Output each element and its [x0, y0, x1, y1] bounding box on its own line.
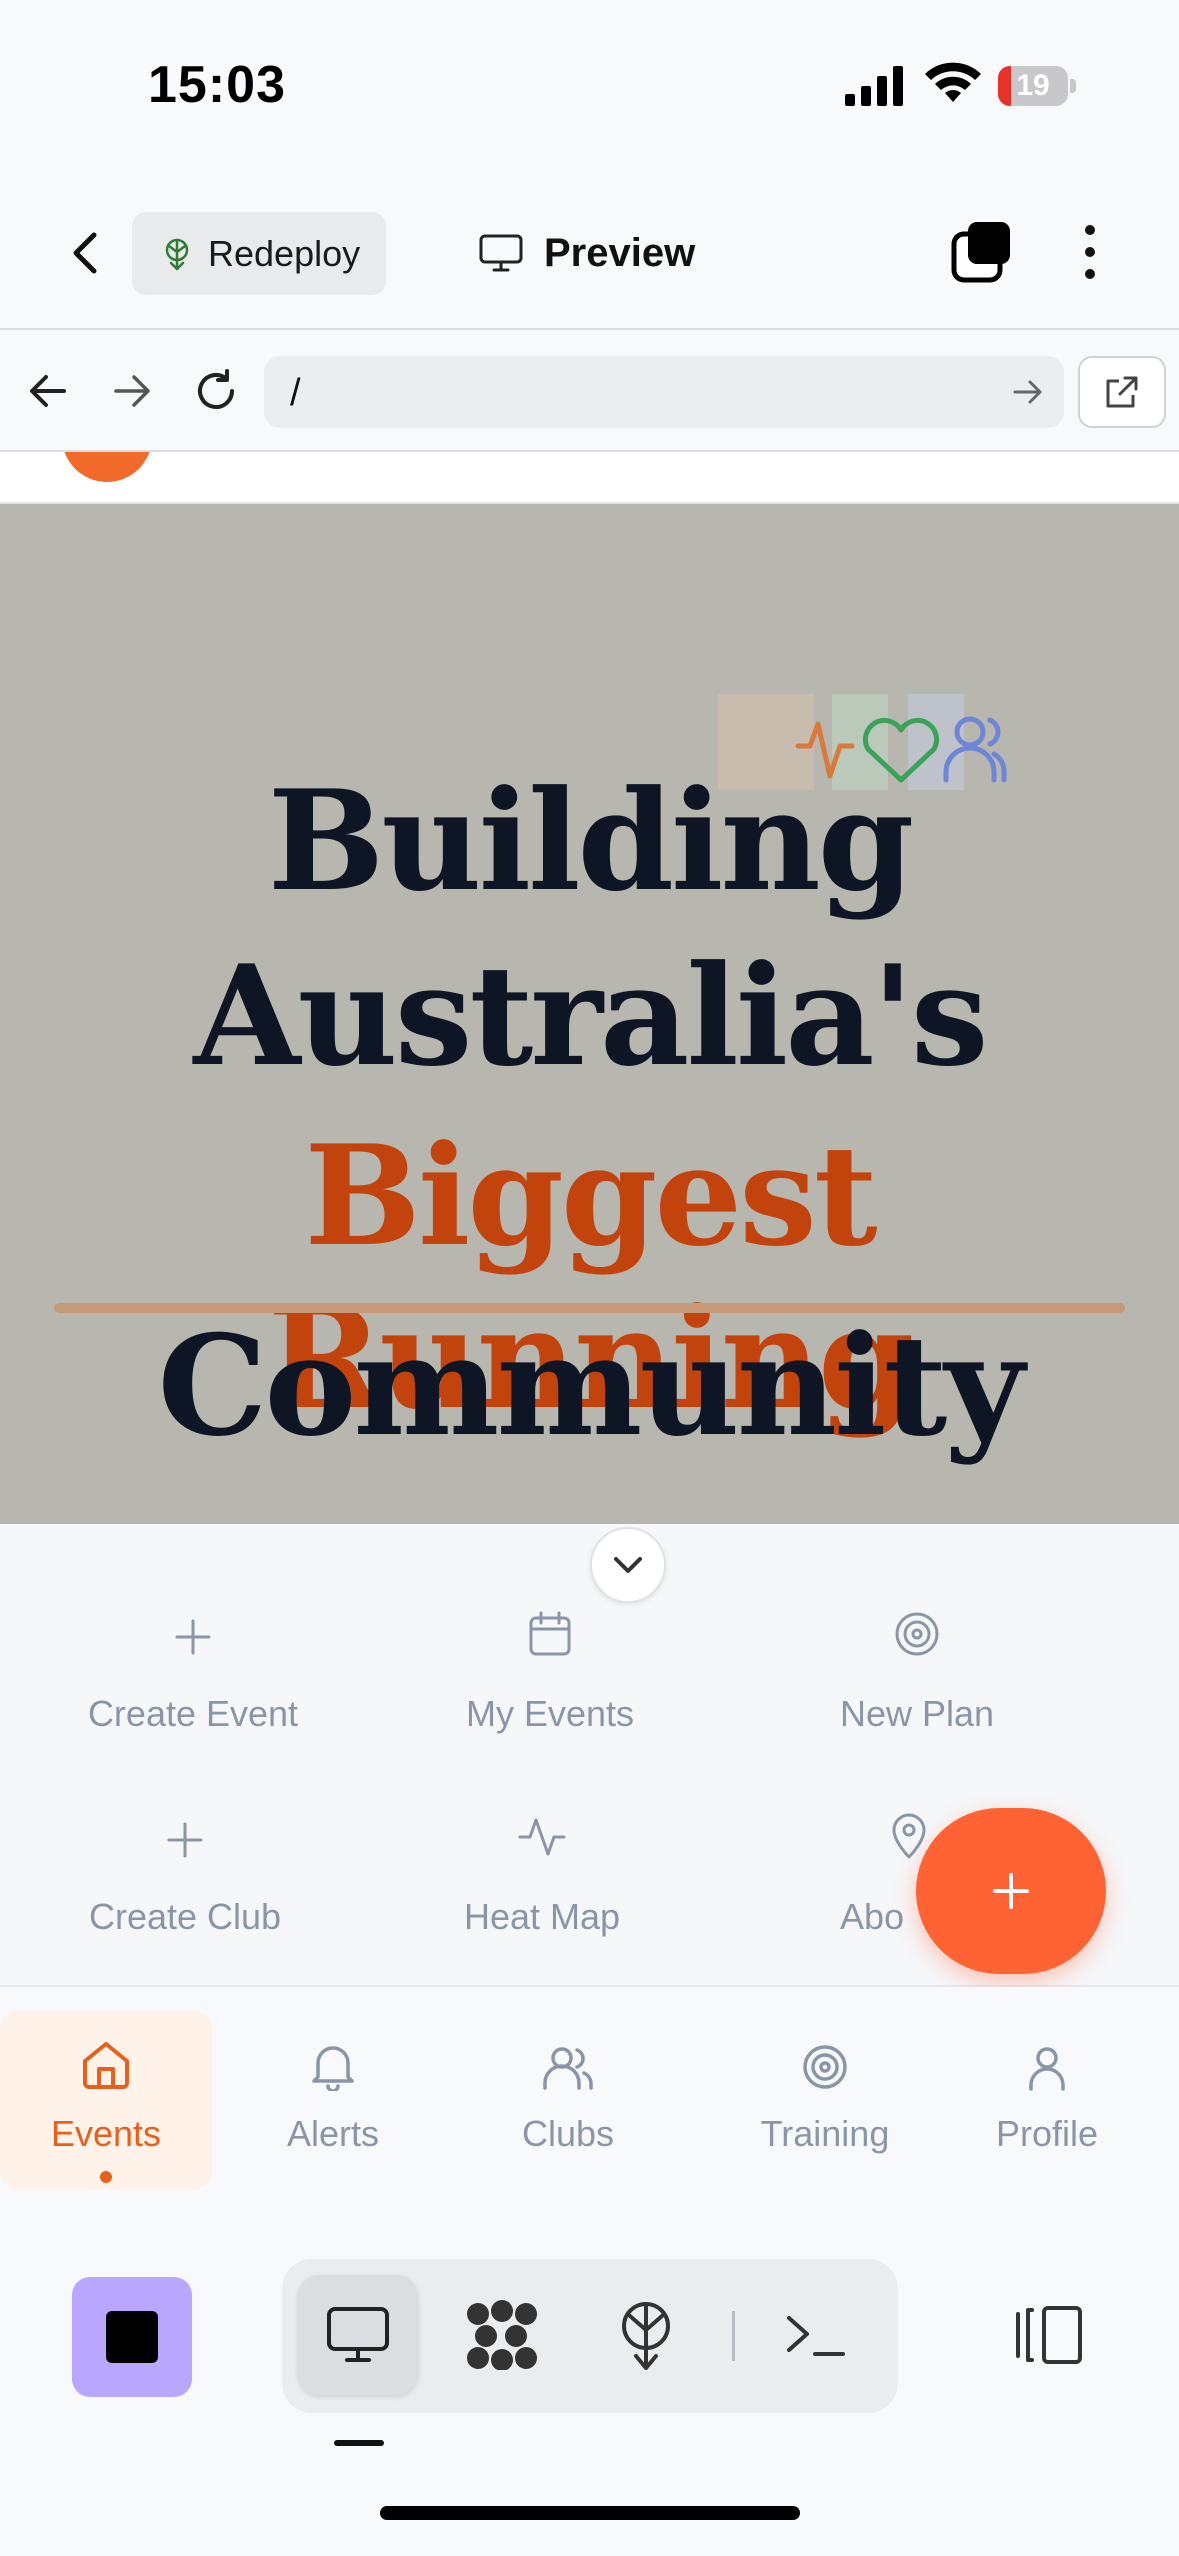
- tab-events[interactable]: Events: [0, 2011, 212, 2189]
- tab-label: Alerts: [286, 2113, 380, 2154]
- agents-view-button[interactable]: [442, 2275, 562, 2395]
- cluster-icon: [467, 2300, 537, 2370]
- tab-label: Training: [760, 2113, 890, 2154]
- active-view-indicator: [334, 2440, 384, 2446]
- back-button[interactable]: [55, 223, 115, 283]
- tab-label: Clubs: [521, 2113, 615, 2154]
- quick-action-label: New Plan: [839, 1693, 995, 1734]
- external-link-icon: [1106, 376, 1138, 408]
- chevron-left-icon: [73, 232, 97, 274]
- users-icon: [543, 2047, 593, 2090]
- monitor-icon: [327, 2307, 389, 2362]
- redeploy-button[interactable]: Redeploy: [132, 212, 386, 295]
- reload-button[interactable]: [188, 363, 244, 419]
- quick-action-label: My Events: [465, 1693, 635, 1734]
- windows-button[interactable]: [950, 220, 1014, 284]
- browser-back-button[interactable]: [20, 363, 76, 419]
- hero-title-line-2: Australia's: [193, 934, 988, 1097]
- more-menu-button[interactable]: [1070, 220, 1110, 284]
- bottom-tab-bar: Events Alerts Clubs Training Profile: [0, 1987, 1179, 2202]
- open-external-button[interactable]: [1078, 356, 1166, 428]
- tab-training[interactable]: Training: [725, 2011, 925, 2189]
- url-input[interactable]: /: [264, 356, 1064, 428]
- cellular-signal-icon: [845, 66, 903, 106]
- arrow-left-icon: [30, 375, 66, 407]
- terminal-view-button[interactable]: [756, 2275, 876, 2395]
- panel-toggle-button[interactable]: [1005, 2292, 1091, 2378]
- toolbar-divider: [732, 2311, 735, 2361]
- quick-action-new-plan[interactable]: New Plan: [752, 1587, 1082, 1735]
- browser-forward-button[interactable]: [104, 363, 160, 419]
- target-icon: [895, 1612, 939, 1656]
- tab-label: Events: [50, 2113, 162, 2154]
- hero-title-line-1: Building: [267, 759, 915, 922]
- stacked-windows-icon: [951, 222, 1010, 283]
- view-switcher: [282, 2259, 898, 2413]
- activity-icon: [518, 1818, 566, 1856]
- quick-action-label: Heat Map: [463, 1896, 621, 1937]
- hero-title-line-4: Community: [157, 1304, 1025, 1467]
- deploy-view-button[interactable]: [586, 2275, 706, 2395]
- plus-icon: [167, 1822, 203, 1858]
- split-panel-icon: [1016, 2306, 1082, 2364]
- quick-action-create-event[interactable]: Create Event: [28, 1587, 358, 1735]
- target-icon: [803, 2045, 847, 2089]
- preview-view-button[interactable]: [298, 2275, 418, 2395]
- quick-action-heat-map[interactable]: Heat Map: [377, 1790, 707, 1938]
- tab-label: Profile: [995, 2113, 1099, 2154]
- plus-icon: [993, 1873, 1029, 1909]
- tab-alerts[interactable]: Alerts: [233, 2011, 433, 2189]
- plus-icon: [175, 1619, 211, 1655]
- quick-action-my-events[interactable]: My Events: [385, 1587, 715, 1735]
- tab-clubs[interactable]: Clubs: [468, 2011, 668, 2189]
- user-icon: [1029, 2047, 1065, 2091]
- deploy-tree-icon: [165, 238, 189, 270]
- browser-bar: /: [0, 330, 1179, 452]
- status-bar: 15:03 19: [0, 0, 1179, 175]
- go-arrow-icon[interactable]: [1010, 374, 1046, 410]
- preview-toggle[interactable]: Preview: [478, 223, 695, 283]
- site-logo[interactable]: [62, 452, 152, 482]
- terminal-icon: [787, 2316, 845, 2356]
- arrow-right-icon: [114, 375, 150, 407]
- app-header: Redeploy Preview: [0, 175, 1179, 330]
- bell-icon: [312, 2046, 354, 2091]
- quick-action-create-club[interactable]: Create Club: [20, 1790, 350, 1938]
- quick-action-label: Create Club: [88, 1896, 282, 1937]
- quick-action-label: Create Event: [87, 1693, 299, 1734]
- editor-toolbar: [0, 2202, 1179, 2556]
- hero-section: Building Australia's Biggest Running Com…: [0, 504, 1179, 1524]
- deploy-tree-icon: [622, 2302, 670, 2370]
- url-text: /: [290, 372, 301, 414]
- redeploy-label: Redeploy: [208, 232, 361, 274]
- battery-icon: 19: [998, 66, 1076, 106]
- chevron-down-icon: [614, 1557, 642, 1573]
- active-tab-dot: [100, 2171, 112, 2183]
- map-pin-icon: [892, 1813, 926, 1859]
- home-icon: [83, 2042, 129, 2089]
- stop-button[interactable]: [72, 2277, 192, 2397]
- wifi-icon: [925, 62, 981, 102]
- collapse-button[interactable]: [590, 1527, 666, 1603]
- status-time: 15:03: [148, 56, 286, 114]
- stop-icon: [106, 2311, 158, 2363]
- preview-label: Preview: [544, 230, 696, 275]
- reload-icon: [198, 369, 234, 409]
- tab-profile[interactable]: Profile: [947, 2011, 1147, 2189]
- calendar-icon: [529, 1611, 571, 1656]
- site-header-peek: [0, 452, 1179, 504]
- add-fab-button[interactable]: [916, 1808, 1106, 1974]
- home-indicator: [380, 2506, 800, 2520]
- battery-percent: 19: [1016, 69, 1050, 102]
- more-vertical-icon: [1085, 225, 1095, 279]
- monitor-icon: [479, 234, 523, 272]
